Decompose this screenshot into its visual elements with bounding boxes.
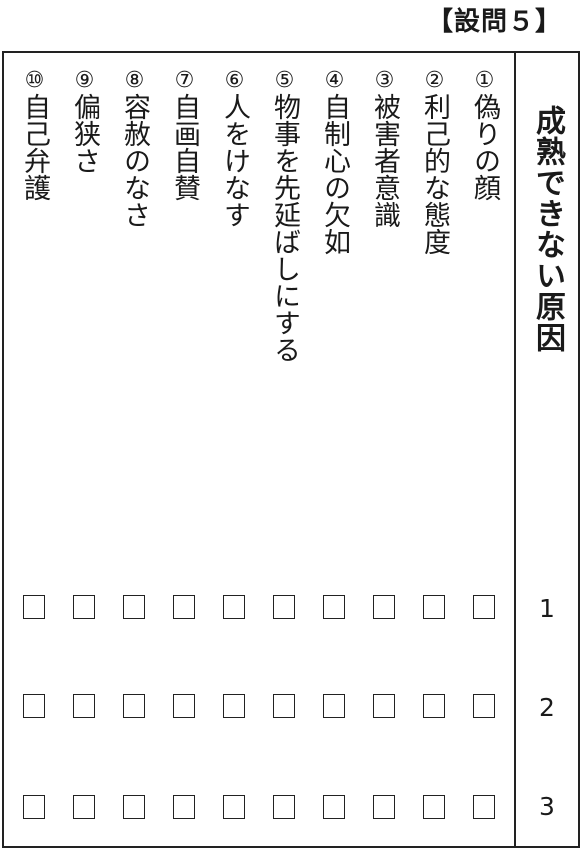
- item-column-6: ⑥人をけなす: [209, 68, 259, 548]
- item-text: 自制心の欠如: [319, 93, 350, 255]
- item-column-9: ⑨偏狭さ: [59, 68, 109, 548]
- item-column-4: ④自制心の欠如: [309, 68, 359, 548]
- checkbox-row1-item5[interactable]: [273, 595, 295, 619]
- item-number: ⑧: [122, 68, 147, 93]
- item-label-10: ⑩自己弁護: [14, 68, 54, 548]
- item-column-3: ③被害者意識: [359, 68, 409, 548]
- item-text: 被害者意識: [369, 93, 400, 228]
- checkbox-row3-item6[interactable]: [223, 795, 245, 819]
- item-number: ③: [372, 68, 397, 93]
- item-number: ⑥: [222, 68, 247, 93]
- item-label-3: ③被害者意識: [364, 68, 404, 548]
- item-column-5: ⑤物事を先延ばしにする: [259, 68, 309, 548]
- item-label-7: ⑦自画自賛: [164, 68, 204, 548]
- item-number: ④: [322, 68, 347, 93]
- checkbox-row3-item7[interactable]: [173, 795, 195, 819]
- checkbox-row2-item2[interactable]: [423, 694, 445, 718]
- item-number: ⑩: [22, 68, 47, 93]
- item-number: ②: [422, 68, 447, 93]
- checkbox-row1-item6[interactable]: [223, 595, 245, 619]
- item-column-2: ②利己的な態度: [409, 68, 459, 548]
- checkbox-row3-item5[interactable]: [273, 795, 295, 819]
- checkbox-row1-item3[interactable]: [373, 595, 395, 619]
- checkbox-row3-item2[interactable]: [423, 795, 445, 819]
- checkbox-row2-item8[interactable]: [123, 694, 145, 718]
- row-number-3: 3: [539, 792, 555, 821]
- checkbox-row3-item3[interactable]: [373, 795, 395, 819]
- item-label-9: ⑨偏狭さ: [64, 68, 104, 548]
- checkbox-row3-item8[interactable]: [123, 795, 145, 819]
- header-column: 成熟できない原因: [516, 53, 578, 573]
- checkbox-row3-item9[interactable]: [73, 795, 95, 819]
- checkbox-row1-item9[interactable]: [73, 595, 95, 619]
- item-number: ⑦: [172, 68, 197, 93]
- item-text: 容赦のなさ: [119, 93, 150, 228]
- item-label-1: ①偽りの顔: [464, 68, 504, 548]
- checkbox-row1-item2[interactable]: [423, 595, 445, 619]
- checkbox-row3-item4[interactable]: [323, 795, 345, 819]
- header-title: 成熟できない原因: [530, 105, 565, 353]
- item-text: 自己弁護: [19, 93, 50, 201]
- checkbox-row2-item5[interactable]: [273, 694, 295, 718]
- checkbox-row1-item8[interactable]: [123, 595, 145, 619]
- checkbox-row2-item3[interactable]: [373, 694, 395, 718]
- item-text: 自画自賛: [169, 93, 200, 201]
- checkbox-row3-item1[interactable]: [473, 795, 495, 819]
- item-number: ⑨: [72, 68, 97, 93]
- checkbox-row2-item10[interactable]: [23, 694, 45, 718]
- item-text: 利己的な態度: [419, 93, 450, 255]
- checkbox-row1-item7[interactable]: [173, 595, 195, 619]
- item-text: 偽りの顔: [469, 93, 500, 201]
- checkbox-row2-item6[interactable]: [223, 694, 245, 718]
- item-label-2: ②利己的な態度: [414, 68, 454, 548]
- checkbox-row1-item4[interactable]: [323, 595, 345, 619]
- item-text: 人をけなす: [219, 93, 250, 228]
- item-label-4: ④自制心の欠如: [314, 68, 354, 548]
- item-column-8: ⑧容赦のなさ: [109, 68, 159, 548]
- checkbox-row1-item1[interactable]: [473, 595, 495, 619]
- checkbox-row2-item1[interactable]: [473, 694, 495, 718]
- checkbox-row3-item10[interactable]: [23, 795, 45, 819]
- item-number: ⑤: [272, 68, 297, 93]
- item-column-1: ①偽りの顔: [459, 68, 509, 548]
- item-label-8: ⑧容赦のなさ: [114, 68, 154, 548]
- checkbox-row2-item9[interactable]: [73, 694, 95, 718]
- item-column-7: ⑦自画自賛: [159, 68, 209, 548]
- question-label: 【設問５】: [426, 7, 562, 37]
- checkbox-row2-item7[interactable]: [173, 694, 195, 718]
- item-label-6: ⑥人をけなす: [214, 68, 254, 548]
- row-number-1: 1: [539, 594, 555, 623]
- checkbox-row1-item10[interactable]: [23, 595, 45, 619]
- item-text: 物事を先延ばしにする: [269, 93, 300, 363]
- item-column-10: ⑩自己弁護: [9, 68, 59, 548]
- checkbox-row2-item4[interactable]: [323, 694, 345, 718]
- item-text: 偏狭さ: [69, 93, 100, 174]
- item-label-5: ⑤物事を先延ばしにする: [264, 68, 304, 548]
- row-number-2: 2: [539, 693, 555, 722]
- item-number: ①: [472, 68, 497, 93]
